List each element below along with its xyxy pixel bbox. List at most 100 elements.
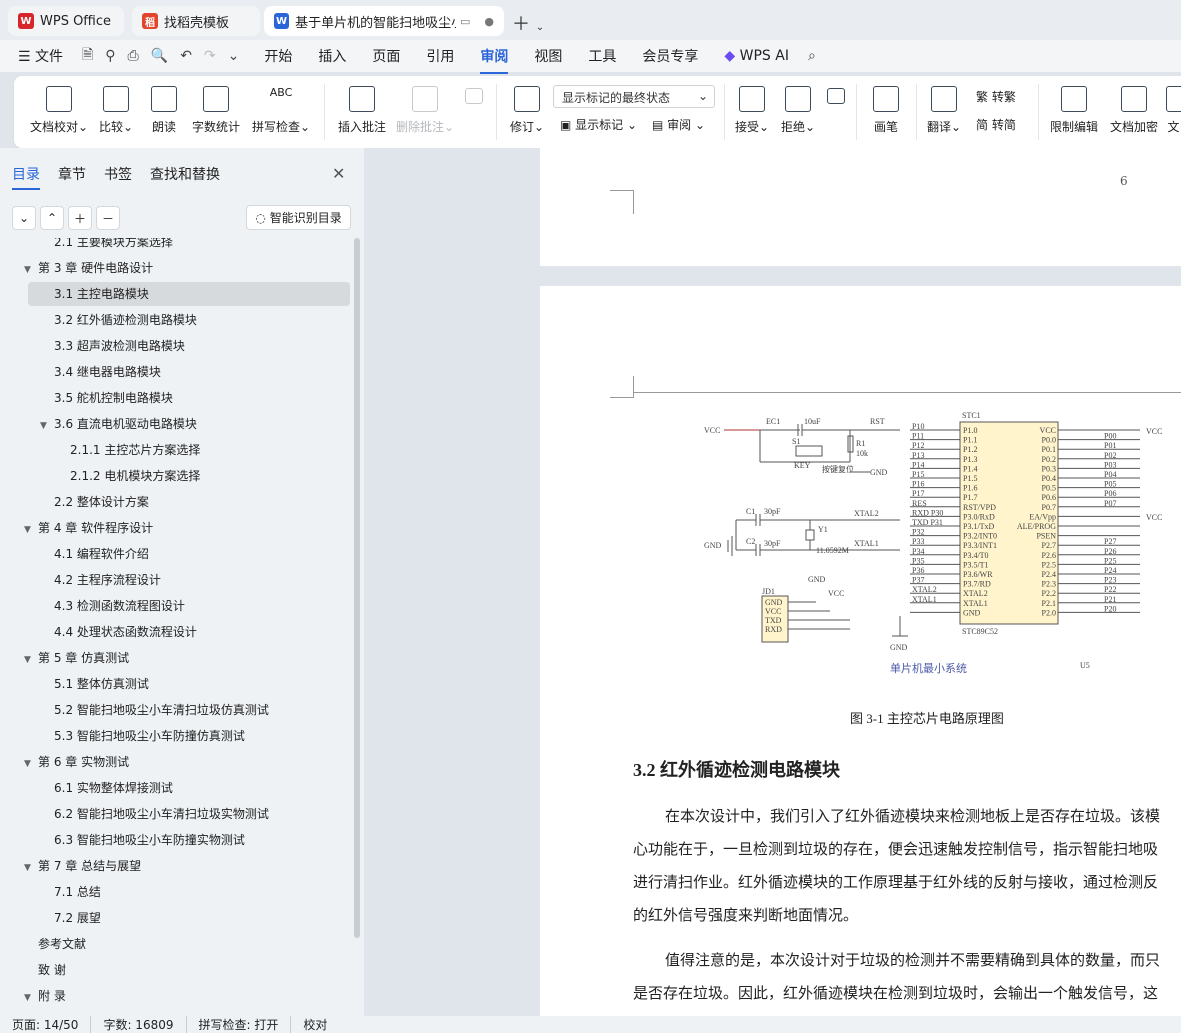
tab-bookmarks[interactable]: 书签 [104, 164, 132, 190]
print-preview-icon[interactable]: 🔍 [145, 48, 174, 64]
toc-item[interactable]: 致 谢 [24, 958, 66, 982]
smart-toc-button[interactable]: ◌ 智能识别目录 [246, 205, 351, 230]
collapse-down-button[interactable]: ⌄ [12, 206, 36, 230]
caret-down-icon[interactable]: ▼ [24, 856, 38, 880]
toc-item[interactable]: ▼ 第 7 章 总结与展望 [24, 854, 141, 878]
menu-page[interactable]: 页面 [359, 46, 413, 66]
toc-item[interactable]: ▼ 第 3 章 硬件电路设计 [24, 256, 153, 280]
read-aloud-button[interactable]: 朗读 [146, 82, 182, 135]
caret-down-icon[interactable]: ▼ [40, 414, 54, 438]
menu-start[interactable]: 开始 [251, 46, 305, 66]
revise-button[interactable]: 修订⌄ [504, 82, 550, 135]
add-heading-button[interactable]: ＋ [68, 206, 92, 230]
undo-icon[interactable]: ↶ [174, 48, 198, 64]
save-icon[interactable]: 🗎 [76, 44, 99, 68]
prev-comment-button[interactable] [462, 82, 486, 110]
redo-icon[interactable]: ↷ [198, 48, 222, 64]
toc-item[interactable]: 4.3 检测函数流程图设计 [40, 594, 185, 618]
menu-reference[interactable]: 引用 [413, 46, 467, 66]
status-proof[interactable]: 校对 [291, 1016, 339, 1033]
toc-item[interactable]: 3.2 红外循迹检测电路模块 [40, 308, 197, 332]
doc-encrypt-button[interactable]: 文档加密 [1108, 82, 1160, 135]
menu-file[interactable]: ☰ 文件 [0, 46, 76, 66]
to-traditional-button[interactable]: 繁 转繁 [976, 88, 1016, 105]
status-word-count[interactable]: 字数: 16809 [91, 1016, 187, 1033]
caret-down-icon[interactable]: ▼ [24, 752, 38, 776]
pin-label: P2.5 [1042, 560, 1056, 569]
tab-find-replace[interactable]: 查找和替换 [150, 164, 220, 190]
toc-item[interactable]: 7.2 展望 [40, 906, 101, 930]
toc-item[interactable]: 5.2 智能扫地吸尘小车清扫垃圾仿真测试 [40, 698, 269, 722]
toc-item[interactable]: 参考文献 [24, 932, 86, 956]
delete-comment-button[interactable]: 删除批注⌄ [394, 82, 456, 135]
tab-chapters[interactable]: 章节 [58, 164, 86, 190]
tab-docer-templates[interactable]: 稻 找稻壳模板 [132, 6, 260, 36]
menu-member[interactable]: 会员专享 [629, 46, 711, 66]
translate-button[interactable]: 翻译⌄ [924, 82, 964, 135]
doc-check-button[interactable]: 文档校对⌄ [28, 82, 90, 135]
next-change-button[interactable] [824, 82, 848, 110]
toc-item[interactable]: 3.5 舵机控制电路模块 [40, 386, 173, 410]
toc-item[interactable]: 4.4 处理状态函数流程设计 [40, 620, 197, 644]
toc-item[interactable]: 2.1 主要模块方案选择 [40, 238, 173, 254]
to-simplified-button[interactable]: 简 转简 [976, 116, 1016, 133]
search-icon[interactable]: ⌕ [802, 48, 822, 64]
collapse-up-button[interactable]: ⌃ [40, 206, 64, 230]
insert-comment-button[interactable]: 插入批注 [334, 82, 390, 135]
toc-item[interactable]: 3.3 超声波检测电路模块 [40, 334, 185, 358]
more-icon[interactable]: ⌄ [222, 48, 252, 64]
show-markup-button[interactable]: ▣ 显示标记 ⌄ [560, 116, 637, 133]
toc-item[interactable]: 3.1 主控电路模块 [28, 282, 350, 306]
menu-review[interactable]: 审阅 [467, 46, 521, 74]
toc-item[interactable]: 3.4 继电器电路模块 [40, 360, 161, 384]
toc-item[interactable]: 5.1 整体仿真测试 [40, 672, 149, 696]
markup-mode-select[interactable]: 显示标记的最终状态 ⌄ [553, 85, 715, 108]
toc-item[interactable]: ▼ 第 6 章 实物测试 [24, 750, 129, 774]
tab-document[interactable]: W 基于单片机的智能扫地吸尘小 ▭ ● [264, 6, 504, 36]
toc-item[interactable]: 2.1.1 主控芯片方案选择 [56, 438, 200, 462]
toc-item[interactable]: ▼ 3.6 直流电机驱动电路模块 [40, 412, 197, 436]
new-tab-button[interactable]: ＋ ⌄ [512, 10, 544, 36]
tab-toc[interactable]: 目录 [12, 164, 40, 190]
share-icon[interactable]: ⚲ [99, 48, 121, 64]
close-tab-icon[interactable]: ● [484, 15, 494, 28]
toc-scrollbar[interactable] [354, 238, 360, 938]
toc-item[interactable]: 2.1.2 电机模块方案选择 [56, 464, 200, 488]
toc-item[interactable]: 7.1 总结 [40, 880, 101, 904]
remove-heading-button[interactable]: － [96, 206, 120, 230]
pen-button[interactable]: 画笔 [866, 82, 906, 135]
toc-item[interactable]: 6.1 实物整体焊接测试 [40, 776, 173, 800]
restrict-edit-button[interactable]: 限制编辑 [1046, 82, 1102, 135]
toc-item[interactable]: ▼ 附 录 [24, 984, 66, 1008]
menu-view[interactable]: 视图 [521, 46, 575, 66]
print-icon[interactable]: ⎙ [122, 48, 145, 64]
toc-item[interactable]: 4.1 编程软件介绍 [40, 542, 149, 566]
toc-item[interactable]: 6.2 智能扫地吸尘小车清扫垃圾实物测试 [40, 802, 269, 826]
menu-tools[interactable]: 工具 [575, 46, 629, 66]
toc-item[interactable]: 6.3 智能扫地吸尘小车防撞实物测试 [40, 828, 245, 852]
caret-down-icon[interactable]: ▼ [24, 986, 38, 1010]
toc-item[interactable]: ▼ 第 5 章 仿真测试 [24, 646, 129, 670]
caret-down-icon[interactable]: ▼ [24, 648, 38, 672]
vcc-label-2: VCC [828, 589, 844, 598]
compare-button[interactable]: 比较⌄ [96, 82, 136, 135]
toc-item[interactable]: 5.3 智能扫地吸尘小车防撞仿真测试 [40, 724, 245, 748]
caret-down-icon[interactable]: ▼ [24, 258, 38, 282]
menu-insert[interactable]: 插入 [305, 46, 359, 66]
toc-item[interactable]: ▼ 第 4 章 软件程序设计 [24, 516, 153, 540]
spell-check-button[interactable]: ABC 拼写检查⌄ [250, 82, 312, 135]
status-spell-check[interactable]: 拼写检查: 打开 [187, 1016, 292, 1033]
review-pane-button[interactable]: ▤ 审阅 ⌄ [652, 116, 705, 133]
status-page[interactable]: 页面: 14/50 [0, 1016, 92, 1033]
menu-wps-ai[interactable]: ◆ WPS AI [711, 48, 802, 64]
reject-button[interactable]: 拒绝⌄ [778, 82, 818, 135]
tab-wps-office[interactable]: W WPS Office [8, 6, 124, 36]
accept-button[interactable]: 接受⌄ [732, 82, 772, 135]
word-count-button[interactable]: 字数统计 [188, 82, 244, 135]
toc-item[interactable]: 4.2 主程序流程设计 [40, 568, 161, 592]
toc-item[interactable]: 2.2 整体设计方案 [40, 490, 149, 514]
chevron-down-icon[interactable]: ⌄ [536, 22, 544, 33]
doc-more-button[interactable]: 文 [1166, 82, 1181, 135]
close-panel-icon[interactable]: ✕ [332, 164, 345, 183]
caret-down-icon[interactable]: ▼ [24, 518, 38, 542]
